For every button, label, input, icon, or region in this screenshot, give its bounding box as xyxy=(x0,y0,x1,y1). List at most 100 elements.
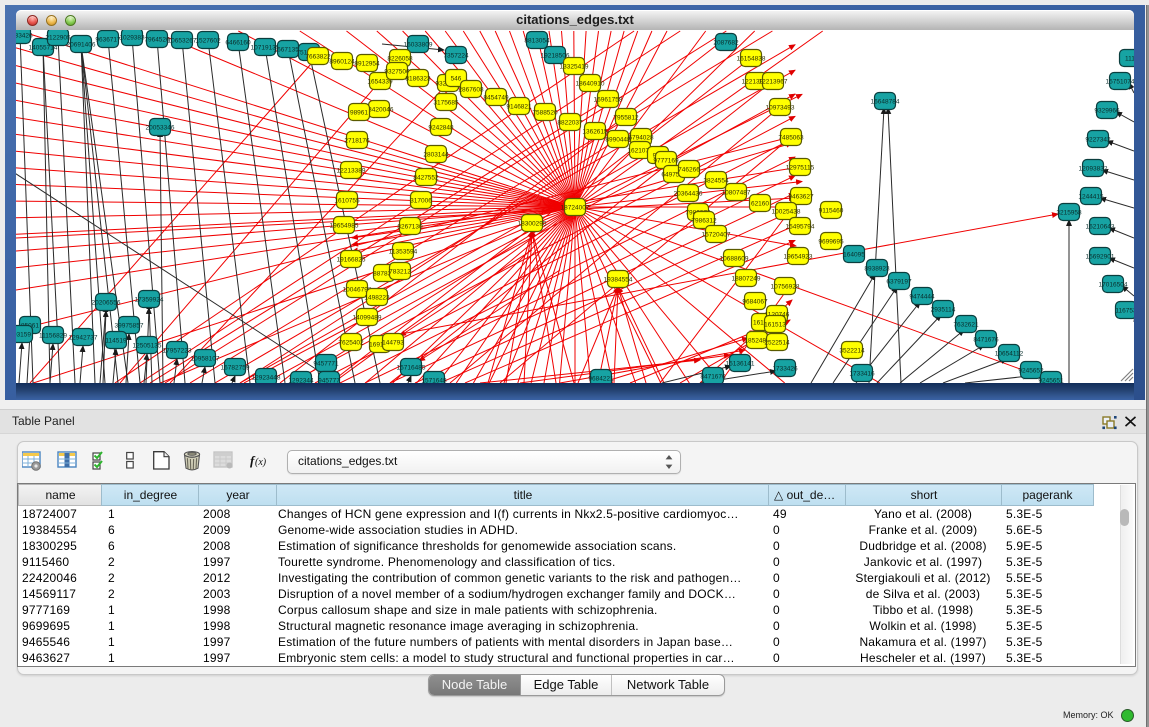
svg-text:114519: 114519 xyxy=(105,338,127,345)
svg-text:10653267: 10653267 xyxy=(168,38,197,45)
svg-text:62160: 62160 xyxy=(751,201,769,208)
svg-text:1527602: 1527602 xyxy=(195,38,221,45)
svg-text:10688609: 10688609 xyxy=(720,256,749,263)
svg-text:9636717: 9636717 xyxy=(95,37,121,44)
svg-text:9457771: 9457771 xyxy=(313,361,339,368)
svg-text:8471676: 8471676 xyxy=(973,337,999,344)
svg-text:8938923: 8938923 xyxy=(864,266,890,273)
svg-text:10807487: 10807487 xyxy=(722,190,751,197)
svg-text:20206556: 20206556 xyxy=(92,300,121,307)
svg-text:7588520: 7588520 xyxy=(532,110,558,117)
svg-text:8267130: 8267130 xyxy=(397,224,423,231)
svg-text:14099489: 14099489 xyxy=(353,315,382,322)
svg-text:1244415: 1244415 xyxy=(1078,194,1104,201)
svg-text:2522514: 2522514 xyxy=(764,340,790,347)
svg-text:945777: 945777 xyxy=(318,378,340,384)
svg-text:164095: 164095 xyxy=(843,252,865,259)
svg-text:9327506: 9327506 xyxy=(384,69,410,76)
svg-text:7632621: 7632621 xyxy=(953,322,979,329)
svg-text:39975857: 39975857 xyxy=(115,323,144,330)
svg-text:8427552: 8427552 xyxy=(413,175,439,182)
svg-text:161513: 161513 xyxy=(764,322,786,329)
svg-text:9245651: 9245651 xyxy=(1038,378,1064,384)
svg-text:10973493: 10973493 xyxy=(766,105,795,112)
svg-text:12975115: 12975115 xyxy=(786,165,815,172)
svg-text:16033809: 16033809 xyxy=(404,42,433,49)
svg-text:17359924: 17359924 xyxy=(135,297,164,304)
svg-text:546: 546 xyxy=(451,76,462,83)
svg-text:144793: 144793 xyxy=(382,340,404,347)
svg-text:18724007: 18724007 xyxy=(561,205,590,212)
svg-text:19654985: 19654985 xyxy=(330,223,359,230)
svg-text:9245652: 9245652 xyxy=(1018,368,1044,375)
svg-text:2867608: 2867608 xyxy=(458,87,484,94)
svg-text:1292344: 1292344 xyxy=(288,378,314,384)
svg-text:(x): (x) xyxy=(255,457,267,468)
svg-text:10958107: 10958107 xyxy=(191,356,220,363)
svg-text:7625402: 7625402 xyxy=(338,340,364,347)
svg-text:3175685: 3175685 xyxy=(433,100,459,107)
svg-text:8813054: 8813054 xyxy=(524,38,550,45)
svg-text:18300295: 18300295 xyxy=(518,221,547,228)
svg-text:16782759: 16782759 xyxy=(221,365,250,372)
svg-text:7986312: 7986312 xyxy=(691,218,717,225)
svg-text:11156829: 11156829 xyxy=(39,333,67,340)
svg-text:10756928: 10756928 xyxy=(771,284,800,291)
svg-text:15692901: 15692901 xyxy=(1086,254,1115,261)
svg-text:1610755: 1610755 xyxy=(334,198,360,205)
svg-text:17957223: 17957223 xyxy=(163,348,192,355)
svg-text:20053346: 20053346 xyxy=(146,125,175,132)
svg-text:8912954: 8912954 xyxy=(354,61,380,68)
svg-text:1362615: 1362615 xyxy=(582,129,608,136)
svg-text:8454749: 8454749 xyxy=(483,95,509,102)
svg-text:2803144: 2803144 xyxy=(423,152,449,159)
svg-text:1733416: 1733416 xyxy=(849,371,875,378)
svg-text:116753: 116753 xyxy=(1115,308,1134,315)
svg-text:2718176: 2718176 xyxy=(344,138,370,145)
svg-text:12213389: 12213389 xyxy=(337,168,366,175)
svg-text:6379197: 6379197 xyxy=(886,279,912,286)
svg-text:9146821: 9146821 xyxy=(506,104,532,111)
svg-text:2935114: 2935114 xyxy=(931,307,956,314)
svg-text:8960124: 8960124 xyxy=(329,59,355,66)
svg-text:3824554: 3824554 xyxy=(703,178,729,185)
svg-text:98961: 98961 xyxy=(350,110,368,117)
svg-text:9699695: 9699695 xyxy=(818,239,844,246)
svg-text:8186323: 8186323 xyxy=(405,76,431,83)
svg-text:7663822: 7663822 xyxy=(305,54,331,61)
svg-text:9329966: 9329966 xyxy=(1094,108,1120,115)
svg-text:15751074: 15751074 xyxy=(1106,79,1134,86)
svg-text:15136141: 15136141 xyxy=(726,361,755,368)
svg-text:9474444: 9474444 xyxy=(909,294,935,301)
svg-text:12213967: 12213967 xyxy=(759,79,788,86)
svg-text:783212: 783212 xyxy=(389,269,411,276)
svg-text:2087682: 2087682 xyxy=(713,40,739,47)
svg-text:16154838: 16154838 xyxy=(737,56,766,63)
svg-text:15720407: 15720407 xyxy=(702,232,731,239)
svg-text:20364436: 20364436 xyxy=(674,191,703,198)
svg-text:15495794: 15495794 xyxy=(786,224,815,231)
svg-text:10025438: 10025438 xyxy=(772,209,801,216)
svg-text:93159: 93159 xyxy=(16,332,31,339)
svg-text:1498223: 1498223 xyxy=(364,295,390,302)
svg-text:7955812: 7955812 xyxy=(613,115,639,122)
svg-text:19166825: 19166825 xyxy=(337,257,366,264)
svg-text:3215958: 3215958 xyxy=(1056,210,1082,217)
svg-text:8822037: 8822037 xyxy=(557,120,583,127)
svg-text:16648784: 16648784 xyxy=(871,99,900,106)
svg-text:111: 111 xyxy=(1125,56,1134,63)
svg-text:7357224: 7357224 xyxy=(443,53,469,60)
svg-text:16210643: 16210643 xyxy=(1086,224,1115,231)
svg-text:9684067: 9684067 xyxy=(742,299,768,306)
svg-text:9227342: 9227342 xyxy=(1085,137,1111,144)
svg-text:20691406: 20691406 xyxy=(67,42,96,49)
svg-text:10654112: 10654112 xyxy=(995,351,1024,358)
svg-text:9684221: 9684221 xyxy=(588,376,614,383)
svg-text:12923448: 12923448 xyxy=(252,375,281,382)
svg-text:12942737: 12942737 xyxy=(69,335,98,342)
svg-text:8471676: 8471676 xyxy=(700,374,726,381)
svg-text:2122905: 2122905 xyxy=(45,35,71,42)
svg-text:317006: 317006 xyxy=(410,198,432,205)
svg-text:18807249: 18807249 xyxy=(732,276,761,283)
svg-text:15716485: 15716485 xyxy=(397,365,426,372)
